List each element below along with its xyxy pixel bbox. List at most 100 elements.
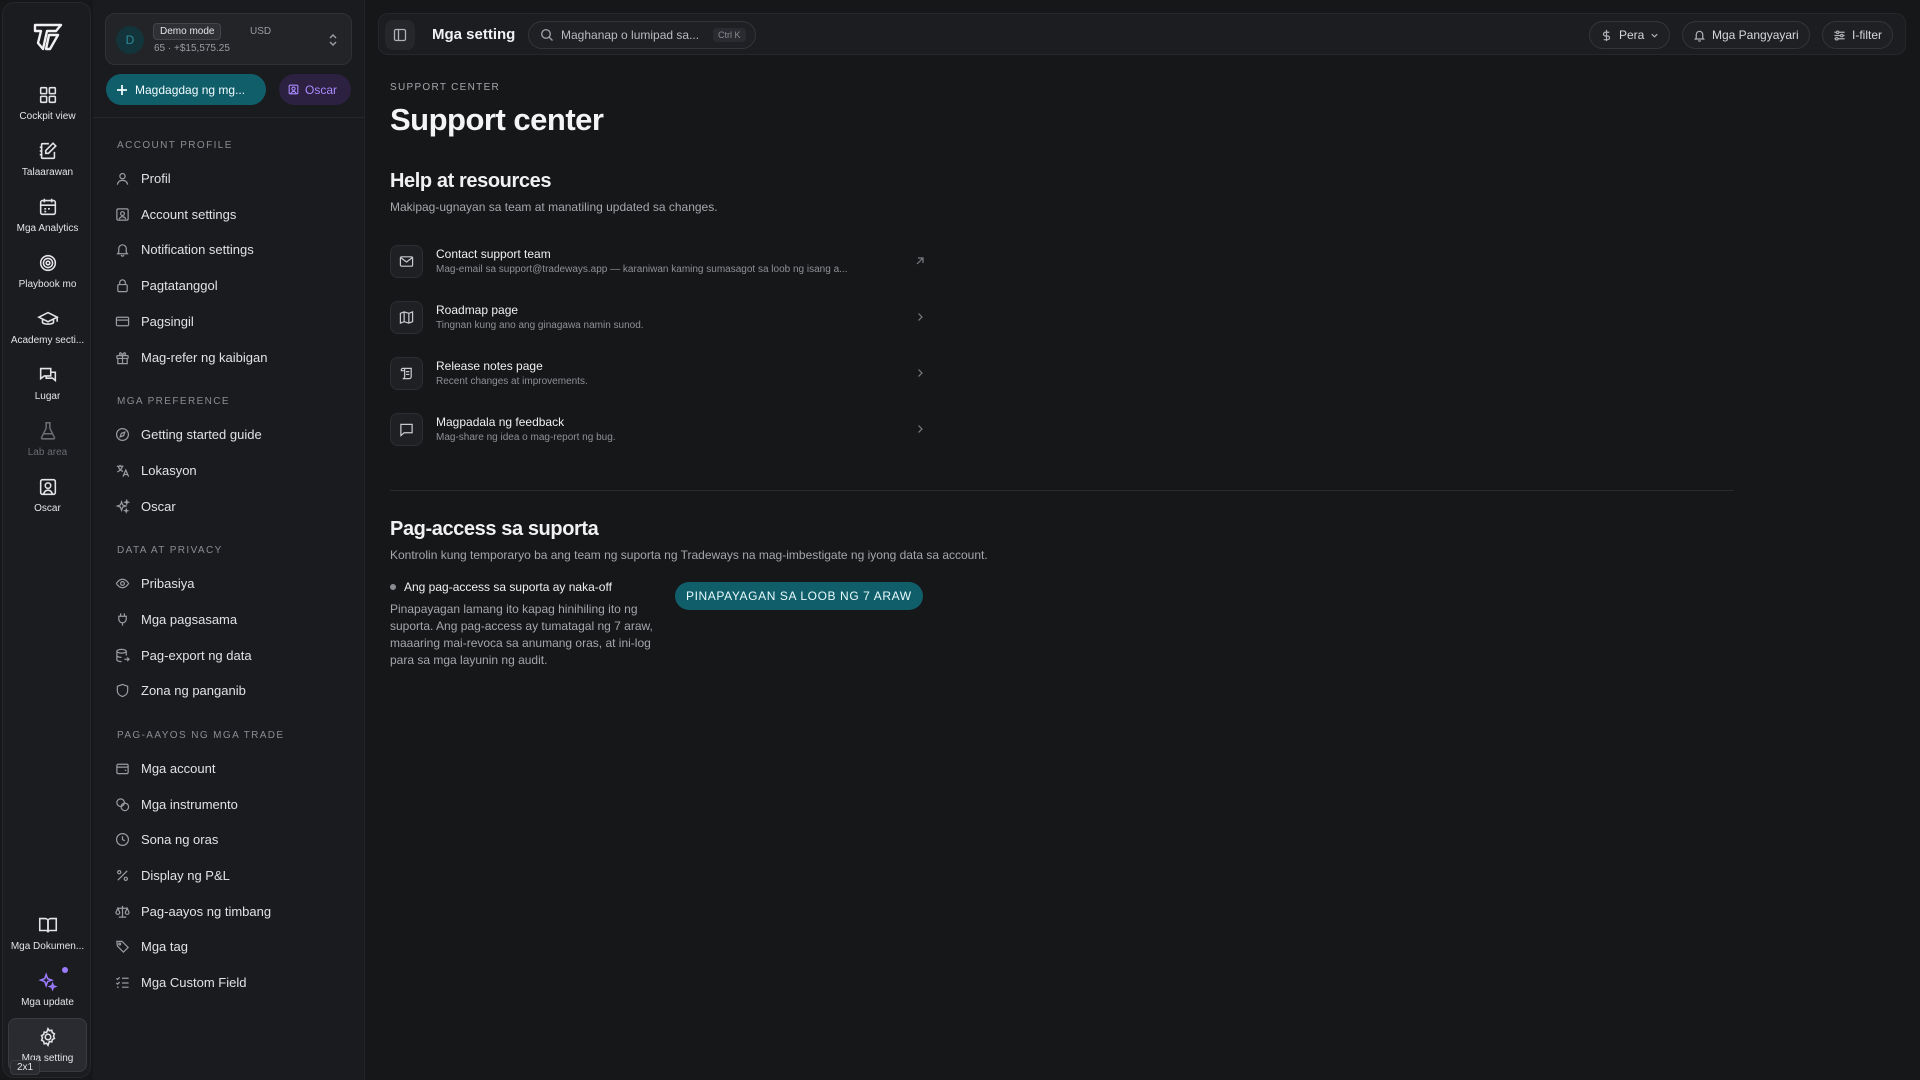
nav-item-custom-fields[interactable]: Mga Custom Field [115,969,345,995]
mail-icon [390,244,423,278]
oscar-button-label: Oscar [305,82,338,97]
rail-item-playbook[interactable]: Playbook mo [8,249,87,301]
status-dot [390,584,396,590]
main-content: SUPPORT CENTER Support center Help at re… [366,56,1920,1080]
rail-label: Lab area [27,447,68,458]
oscar-icon [39,478,56,496]
rail-label: Talaarawan [21,167,74,178]
nav-item-integrations[interactable]: Mga pagsasama [115,606,345,632]
nav-item-notification-settings[interactable]: Notification settings [115,236,345,262]
account-balance: 65 · +$15,575.25 [154,43,230,54]
nav-item-oscar[interactable]: Oscar [115,493,345,519]
nav-item-pagtatanggol[interactable]: Pagtatanggol [115,272,345,298]
user-icon [116,172,129,185]
plug-icon [118,612,127,626]
nav-item-label: Notification settings [141,241,254,257]
nav-item-label: Zona ng panganib [141,682,246,698]
dollar-icon [1602,29,1611,41]
currency-dropdown[interactable]: Pera [1589,21,1671,49]
nav-item-danger-zone[interactable]: Zona ng panganib [115,677,345,703]
rail-label: Cockpit view [19,111,76,122]
nav-item-data-export[interactable]: Pag-export ng data [115,642,345,668]
clock-icon [115,832,130,846]
grant-access-button[interactable]: PINAPAYAGAN SA LOOB NG 7 ARAW [675,582,923,610]
rail-item-oscar[interactable]: Oscar [8,473,87,525]
nav-section-title: ACCOUNT PROFILE [117,140,233,151]
nav-item-label: Oscar [141,498,176,514]
gear-icon [40,1027,55,1047]
chevron-right-icon [918,369,923,377]
search-shortcut: Ctrl K [713,28,746,42]
app-rail: Cockpit view Talaarawan Mga Analytics Pl… [2,2,91,1078]
chat-icon [39,367,56,383]
resource-row-contact-support[interactable]: Contact support team Mag-email sa suppor… [390,238,926,284]
nav-item-accounts[interactable]: Mga account [115,755,345,781]
nav-item-profil[interactable]: Profil [115,165,345,191]
nav-item-label: Mga account [141,760,216,776]
resource-subtitle: Recent changes at improvements. [436,376,588,387]
resource-row-roadmap[interactable]: Roadmap page Tingnan kung ano ang ginaga… [390,294,926,340]
compass-icon [115,427,130,441]
help-section-description: Makipag-ugnayan sa team at manatiling up… [390,200,718,214]
search-bar[interactable]: Ctrl K [528,21,756,49]
sparkles-icon [37,972,58,992]
percent-icon [117,869,128,881]
shield-icon [116,683,129,697]
nav-item-lokasyon[interactable]: Lokasyon [115,457,345,483]
nav-item-pnl-display[interactable]: Display ng P&L [115,862,345,888]
gift-icon [116,351,129,364]
flask-icon [40,421,55,440]
wallet-icon [116,763,129,774]
rail-item-lugar[interactable]: Lugar [8,361,87,413]
avatar: D [116,26,144,54]
nav-item-weight-settings[interactable]: Pag-aayos ng timbang [115,898,345,924]
account-switcher[interactable]: D Demo mode USD 65 · +$15,575.25 [105,13,352,65]
currency-label: Pera [1619,28,1645,42]
lock-icon [117,278,128,292]
nav-item-getting-started[interactable]: Getting started guide [115,421,345,447]
resource-subtitle: Mag-email sa support@tradeways.app — kar… [436,264,848,275]
filter-button[interactable]: I-filter [1822,21,1893,49]
sidebar-toggle-button[interactable] [385,20,415,50]
resource-subtitle: Tingnan kung ano ang ginagawa namin suno… [436,320,644,331]
coins-icon [116,797,130,811]
app-logo-icon[interactable] [32,21,64,53]
panel-left-icon [393,28,407,42]
rail-item-lab-area[interactable]: Lab area [8,417,87,469]
search-input[interactable] [561,28,706,42]
nav-item-account-settings[interactable]: Account settings [115,201,345,227]
bell-icon [1694,30,1705,42]
rail-item-documentation[interactable]: Mga Dokumen... [8,911,87,963]
scroll-icon [390,356,423,390]
nav-item-timezone[interactable]: Sona ng oras [115,826,345,852]
nav-item-label: Mga Custom Field [141,974,247,990]
nav-section-title: PAG-AAYOS NG MGA TRADE [117,730,285,741]
nav-item-label: Mag-refer ng kaibigan [141,349,268,365]
nav-item-label: Pag-export ng data [141,647,252,663]
demo-mode-badge: Demo mode [153,23,222,40]
events-button[interactable]: Mga Pangyayari [1682,21,1810,49]
zoom-indicator: 2x1 [10,1060,41,1075]
rail-label: Mga Analytics [16,223,79,234]
resource-title: Release notes page [436,359,543,373]
nav-item-tags[interactable]: Mga tag [115,933,345,959]
oscar-button[interactable]: Oscar [279,74,351,105]
resource-row-release-notes[interactable]: Release notes page Recent changes at imp… [390,350,926,396]
rail-item-academy[interactable]: Academy secti... [8,305,87,357]
chevron-up-down-icon [329,33,337,47]
nav-item-label: Profil [141,170,171,186]
rail-item-analytics[interactable]: Mga Analytics [8,193,87,245]
rail-item-talaarawan[interactable]: Talaarawan [8,137,87,189]
resource-row-feedback[interactable]: Magpadala ng feedback Mag-share ng idea … [390,406,926,452]
rail-item-cockpit-view[interactable]: Cockpit view [8,81,87,133]
nav-item-refer-friend[interactable]: Mag-refer ng kaibigan [115,344,345,370]
nav-item-pagsingil[interactable]: Pagsingil [115,308,345,334]
nav-item-pribasiya[interactable]: Pribasiya [115,570,345,596]
grid-icon [39,86,56,104]
update-badge [62,967,68,973]
nav-item-instruments[interactable]: Mga instrumento [115,791,345,817]
section-divider [390,490,1734,491]
rail-item-updates[interactable]: Mga update [8,967,87,1019]
add-trade-button[interactable]: Magdagdag ng mg... [106,74,266,105]
filter-label: I-filter [1852,28,1882,42]
